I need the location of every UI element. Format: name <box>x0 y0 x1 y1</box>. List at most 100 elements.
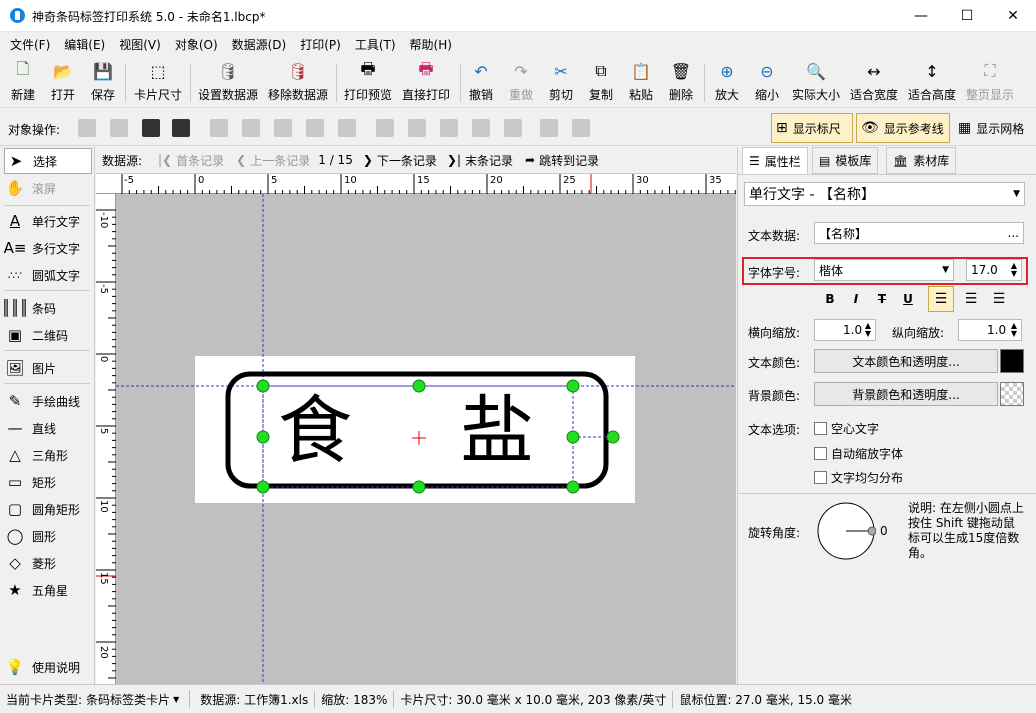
same-size-icon[interactable] <box>504 119 522 137</box>
close-button[interactable]: ✕ <box>990 0 1036 32</box>
align-top-icon[interactable] <box>376 119 394 137</box>
design-canvas[interactable]: 食 盐 <box>116 194 736 684</box>
tool-multi-text[interactable]: A≡ 多行文字 <box>4 235 92 261</box>
autoscale-checkbox[interactable]: 自动缩放字体 <box>814 445 903 462</box>
jump-record-button[interactable]: ➦ 跳转到记录 <box>525 152 599 169</box>
text-data-field[interactable]: 【名称】... <box>814 222 1024 244</box>
font-size-stepper[interactable]: 17.0 ▲ ▼ <box>966 259 1022 281</box>
tool-diamond[interactable]: ◇ 菱形 <box>4 550 92 576</box>
remove-datasource-button[interactable]: 🛢 移除数据源 <box>266 60 330 106</box>
tool-scroll[interactable]: ✋ 滚屏 <box>4 175 92 201</box>
send-back-icon[interactable] <box>172 119 190 137</box>
tab-properties[interactable]: ☰ 属性栏 <box>742 147 808 174</box>
text-data-browse[interactable]: ... <box>1008 226 1019 240</box>
ungroup-icon[interactable] <box>572 119 590 137</box>
cut-button[interactable]: ✂ 剪切 <box>546 60 576 106</box>
minimize-button[interactable]: — <box>898 0 944 32</box>
font-select[interactable]: 楷体 ▼ <box>814 259 954 281</box>
align-middle-icon[interactable] <box>408 119 426 137</box>
card-size-button[interactable]: ⬚ 卡片尺寸 <box>132 60 184 106</box>
hollow-text-checkbox[interactable]: 空心文字 <box>814 420 879 437</box>
bring-forward-icon[interactable] <box>78 119 96 137</box>
bring-front-icon[interactable] <box>142 119 160 137</box>
prev-record-button[interactable]: ❮ 上一条记录 <box>236 152 310 169</box>
save-button[interactable]: 💾 保存 <box>88 60 118 106</box>
even-distribute-checkbox[interactable]: 文字均匀分布 <box>814 469 903 486</box>
tool-round-rect[interactable]: ▢ 圆角矩形 <box>4 496 92 522</box>
menu-file[interactable]: 文件(F) <box>3 32 57 57</box>
distribute-space-icon[interactable] <box>338 119 356 137</box>
redo-button[interactable]: ↷ 重做 <box>506 60 536 106</box>
vscale-stepper[interactable]: 1.0 ▲ ▼ <box>958 319 1022 341</box>
align-right-button[interactable]: ☰ <box>986 286 1012 312</box>
new-button[interactable]: 🗋 新建 <box>8 59 38 106</box>
tool-freehand[interactable]: ✎ 手绘曲线 <box>4 388 92 414</box>
tool-arc-text[interactable]: ∴∵ 圆弧文字 <box>4 262 92 288</box>
direct-print-button[interactable]: 🖶 直接打印 <box>400 59 452 106</box>
menu-datasource[interactable]: 数据源(D) <box>225 32 294 57</box>
maximize-button[interactable]: ☐ <box>944 0 990 32</box>
italic-button[interactable]: I <box>846 289 866 309</box>
menu-help[interactable]: 帮助(H) <box>403 32 459 57</box>
next-record-button[interactable]: ❯ 下一条记录 <box>363 152 437 169</box>
tool-image[interactable]: 🖼 图片 <box>4 355 92 381</box>
show-guides-toggle[interactable]: 👁 显示参考线 <box>856 113 950 143</box>
tab-templates[interactable]: ▤ 模板库 <box>812 147 879 174</box>
tool-rect[interactable]: ▭ 矩形 <box>4 469 92 495</box>
align-center-icon: ☰ <box>964 291 978 307</box>
align-bottom-icon[interactable] <box>440 119 458 137</box>
distribute-v-icon[interactable] <box>472 119 490 137</box>
send-backward-icon[interactable] <box>110 119 128 137</box>
distribute-h-icon[interactable] <box>306 119 324 137</box>
menu-edit[interactable]: 编辑(E) <box>57 32 112 57</box>
full-page-button[interactable]: ⛶ 整页显示 <box>964 60 1016 106</box>
bg-color-swatch[interactable] <box>1000 382 1024 406</box>
bold-button[interactable]: B <box>820 289 840 309</box>
tool-triangle[interactable]: △ 三角形 <box>4 442 92 468</box>
object-select[interactable]: 单行文字 - 【名称】 ▼ <box>744 182 1025 206</box>
fit-width-button[interactable]: ↔ 适合宽度 <box>848 60 900 106</box>
tool-qrcode[interactable]: ▣ 二维码 <box>4 322 92 348</box>
fit-height-button[interactable]: ↕ 适合高度 <box>906 60 958 106</box>
last-record-button[interactable]: ❯| 末条记录 <box>447 152 513 169</box>
underline-button[interactable]: U <box>898 289 918 309</box>
menu-tools[interactable]: 工具(T) <box>348 32 403 57</box>
menu-object[interactable]: 对象(O) <box>168 32 225 57</box>
tool-select[interactable]: ➤ 选择 <box>4 148 92 174</box>
tool-line[interactable]: — 直线 <box>4 415 92 441</box>
tool-barcode[interactable]: ║║║ 条码 <box>1 295 92 321</box>
hscale-stepper[interactable]: 1.0 ▲ ▼ <box>814 319 876 341</box>
rotation-dial[interactable] <box>816 501 876 561</box>
text-color-swatch[interactable] <box>1000 349 1024 373</box>
strikeout-button[interactable]: T <box>872 289 892 309</box>
delete-button[interactable]: 🗑 删除 <box>666 60 696 106</box>
text-color-button[interactable]: 文本颜色和透明度... <box>814 349 998 373</box>
align-left-icon[interactable] <box>210 119 228 137</box>
paste-button[interactable]: 📋 粘贴 <box>626 60 656 106</box>
show-ruler-toggle[interactable]: ⊞ 显示标尺 <box>771 113 853 143</box>
bg-color-button[interactable]: 背景颜色和透明度... <box>814 382 998 406</box>
align-center-icon[interactable] <box>242 119 260 137</box>
align-right-icon[interactable] <box>274 119 292 137</box>
align-left-button[interactable]: ☰ <box>928 286 954 312</box>
show-grid-toggle[interactable]: ▦ 显示网格 <box>954 113 1034 143</box>
tab-materials[interactable]: 🏛 素材库 <box>886 147 957 174</box>
menu-view[interactable]: 视图(V) <box>112 32 168 57</box>
actual-size-button[interactable]: 🔍 实际大小 <box>790 60 842 106</box>
zoom-in-button[interactable]: ⊕ 放大 <box>712 60 742 106</box>
zoom-out-button[interactable]: ⊖ 缩小 <box>752 60 782 106</box>
help-button[interactable]: 💡 使用说明 <box>4 654 92 680</box>
set-datasource-button[interactable]: 🛢 设置数据源 <box>196 60 260 106</box>
menu-print[interactable]: 打印(P) <box>293 32 348 57</box>
card-type-select[interactable]: 条码标签类卡片 <box>82 691 170 708</box>
group-icon[interactable] <box>540 119 558 137</box>
open-button[interactable]: 📂 打开 <box>48 60 78 106</box>
print-preview-button[interactable]: 🖶 打印预览 <box>342 59 394 106</box>
align-center-button[interactable]: ☰ <box>958 286 984 312</box>
first-record-button[interactable]: |❮ 首条记录 <box>158 152 224 169</box>
tool-circle[interactable]: ◯ 圆形 <box>4 523 92 549</box>
tool-single-text[interactable]: A 单行文字 <box>4 208 92 234</box>
copy-button[interactable]: ⧉ 复制 <box>586 60 616 106</box>
tool-star[interactable]: ★ 五角星 <box>4 577 92 603</box>
undo-button[interactable]: ↶ 撤销 <box>466 60 496 106</box>
